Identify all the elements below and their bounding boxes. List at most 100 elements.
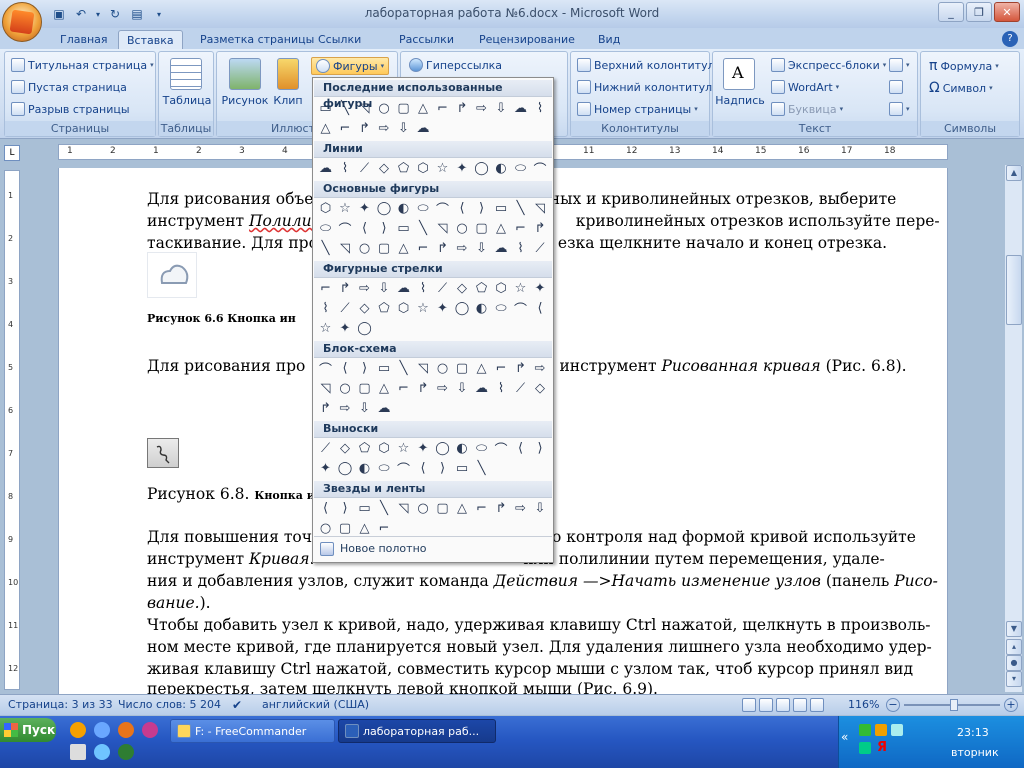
shape-option[interactable]: ⬡ bbox=[317, 200, 334, 217]
shape-option[interactable]: ⌒ bbox=[493, 440, 510, 458]
vertical-ruler[interactable]: 1 2 3 4 5 6 7 8 9 10 11 12 bbox=[4, 170, 20, 690]
shape-option[interactable]: ╲ bbox=[376, 500, 393, 517]
shape-option[interactable]: ◐ bbox=[493, 160, 510, 177]
page-number-button[interactable]: Номер страницы ▾ bbox=[577, 102, 698, 116]
shape-option[interactable]: ⌐ bbox=[493, 360, 510, 377]
shape-option[interactable]: ☆ bbox=[395, 440, 412, 457]
tab-page-layout[interactable]: Разметка страницы bbox=[192, 30, 322, 50]
word-count[interactable]: Число слов: 5 204 bbox=[118, 698, 221, 711]
globe-icon[interactable] bbox=[94, 744, 110, 760]
shape-option[interactable]: ▭ bbox=[356, 500, 373, 517]
shape-option[interactable]: ⟨ bbox=[356, 220, 373, 237]
shape-option[interactable]: ↱ bbox=[415, 380, 432, 397]
shape-option[interactable]: ⌐ bbox=[337, 120, 354, 137]
shape-option[interactable]: ⌇ bbox=[317, 300, 334, 317]
shape-option[interactable]: ⬭ bbox=[493, 300, 510, 317]
shape-option[interactable]: ☁ bbox=[512, 100, 529, 117]
shape-option[interactable]: ◹ bbox=[415, 360, 432, 377]
shape-option[interactable]: ⟨ bbox=[415, 460, 432, 477]
pause-icon[interactable] bbox=[875, 724, 887, 736]
shape-option[interactable]: ⬠ bbox=[473, 280, 490, 297]
shape-option[interactable]: ⌐ bbox=[317, 280, 334, 297]
butterfly-icon[interactable] bbox=[118, 744, 134, 760]
shape-option[interactable]: ◇ bbox=[532, 380, 549, 397]
shape-option[interactable]: △ bbox=[415, 100, 432, 117]
shape-option[interactable]: ⌇ bbox=[337, 160, 354, 177]
table-icon[interactable] bbox=[170, 58, 202, 90]
shape-option[interactable]: ⇨ bbox=[337, 400, 354, 417]
network-icon[interactable] bbox=[859, 724, 871, 736]
shape-option[interactable]: ▭ bbox=[454, 460, 471, 477]
shape-option[interactable]: ⌒ bbox=[395, 460, 412, 478]
shape-option[interactable]: ⌐ bbox=[434, 100, 451, 117]
shape-option[interactable]: ⟋ bbox=[317, 440, 334, 457]
shape-option[interactable]: ☆ bbox=[317, 320, 334, 337]
shape-option[interactable]: ⌇ bbox=[532, 100, 549, 117]
hyperlink-button[interactable]: Гиперссылка bbox=[409, 58, 502, 72]
tab-view[interactable]: Вид bbox=[590, 30, 628, 50]
shape-option[interactable]: ╲ bbox=[473, 460, 490, 477]
shape-option[interactable]: ╲ bbox=[337, 100, 354, 117]
security-icon[interactable] bbox=[859, 742, 871, 754]
shape-option[interactable]: ▢ bbox=[356, 380, 373, 397]
shape-option[interactable]: ▢ bbox=[454, 360, 471, 377]
shape-option[interactable]: ⌇ bbox=[512, 240, 529, 257]
shape-option[interactable]: △ bbox=[317, 120, 334, 137]
shape-option[interactable]: ✦ bbox=[415, 440, 432, 457]
shape-option[interactable]: ⬡ bbox=[395, 300, 412, 317]
shape-option[interactable]: ☆ bbox=[415, 300, 432, 317]
shape-option[interactable]: ↱ bbox=[317, 400, 334, 417]
shape-option[interactable]: ◯ bbox=[454, 300, 471, 317]
new-canvas-item[interactable]: Новое полотно bbox=[314, 536, 552, 560]
shape-option[interactable]: ◐ bbox=[395, 200, 412, 217]
shape-option[interactable]: ▭ bbox=[376, 360, 393, 377]
shape-option[interactable]: ⟨ bbox=[317, 500, 334, 517]
tab-review[interactable]: Рецензирование bbox=[471, 30, 583, 50]
next-page-icon[interactable]: ▾ bbox=[1006, 671, 1022, 687]
shape-option[interactable]: ⇨ bbox=[376, 120, 393, 137]
scroll-up-icon[interactable]: ▲ bbox=[1006, 165, 1022, 181]
shape-option[interactable]: ⌒ bbox=[317, 360, 334, 378]
shape-option[interactable]: ◇ bbox=[376, 160, 393, 177]
shape-option[interactable]: ⌐ bbox=[415, 240, 432, 257]
shape-option[interactable]: ☁ bbox=[473, 380, 490, 397]
restore-button[interactable]: ❐ bbox=[966, 2, 992, 22]
full-screen-reading-icon[interactable] bbox=[759, 698, 773, 712]
previous-page-icon[interactable]: ▴ bbox=[1006, 639, 1022, 655]
shape-option[interactable]: ◹ bbox=[532, 200, 549, 217]
web-layout-icon[interactable] bbox=[776, 698, 790, 712]
yandex-icon[interactable]: Я bbox=[877, 740, 887, 755]
tray-expand-icon[interactable]: « bbox=[841, 730, 848, 744]
minimize-button[interactable]: _ bbox=[938, 2, 964, 22]
shape-option[interactable]: ⟋ bbox=[512, 380, 529, 397]
browse-object-icon[interactable]: ● bbox=[1006, 655, 1022, 671]
shape-option[interactable]: ↱ bbox=[434, 240, 451, 257]
shape-option[interactable]: ◯ bbox=[337, 460, 354, 477]
shape-option[interactable]: ⌒ bbox=[434, 200, 451, 218]
shape-option[interactable]: ⬡ bbox=[493, 280, 510, 297]
tab-insert[interactable]: Вставка bbox=[118, 30, 183, 50]
shape-option[interactable]: ⌒ bbox=[512, 300, 529, 318]
notepad-icon[interactable] bbox=[70, 744, 86, 760]
shape-option[interactable]: ◐ bbox=[473, 300, 490, 317]
equation-button[interactable]: π Формула ▾ bbox=[929, 58, 999, 74]
shape-option[interactable]: ○ bbox=[434, 360, 451, 377]
shape-option[interactable]: ▢ bbox=[434, 500, 451, 517]
shape-option[interactable]: ⇩ bbox=[395, 120, 412, 137]
shape-option[interactable]: ⇨ bbox=[356, 280, 373, 297]
cover-page-button[interactable]: Титульная страница ▾ bbox=[11, 58, 154, 72]
picture-button[interactable]: Рисунок bbox=[221, 94, 269, 107]
shape-option[interactable]: ⬠ bbox=[376, 300, 393, 317]
shape-option[interactable]: ⬭ bbox=[473, 440, 490, 457]
outline-icon[interactable] bbox=[793, 698, 807, 712]
tab-mailings[interactable]: Рассылки bbox=[391, 30, 462, 50]
start-button[interactable]: Пуск bbox=[0, 718, 56, 742]
zoom-in-icon[interactable]: + bbox=[1004, 698, 1018, 712]
shape-option[interactable]: ⟩ bbox=[532, 440, 549, 457]
shape-option[interactable]: ◐ bbox=[356, 460, 373, 477]
shape-option[interactable]: ◯ bbox=[473, 160, 490, 177]
print-layout-icon[interactable] bbox=[742, 698, 756, 712]
textbox-icon[interactable]: A bbox=[723, 58, 755, 90]
shape-option[interactable]: ▭ bbox=[317, 100, 334, 117]
shape-option[interactable]: ○ bbox=[415, 500, 432, 517]
